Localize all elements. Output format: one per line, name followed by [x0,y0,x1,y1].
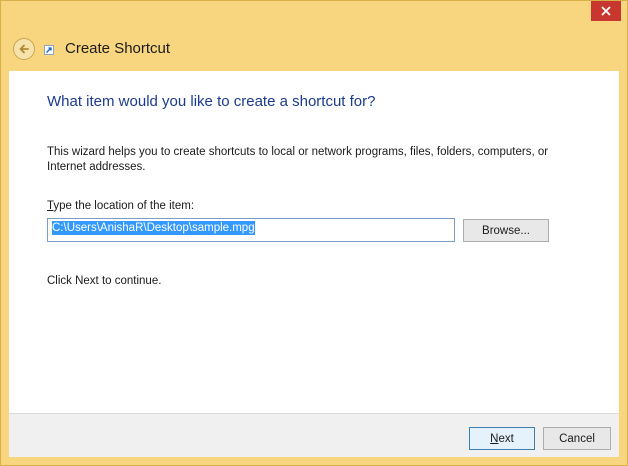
shortcut-icon [44,45,54,55]
location-label: Type the location of the item: [47,200,194,212]
back-arrow-icon [19,44,29,54]
browse-button[interactable]: Browse... [463,219,549,242]
wizard-header: Create Shortcut [1,29,627,71]
back-button[interactable] [13,38,35,60]
close-button[interactable] [591,1,621,21]
location-label-text: ype the location of the item: [53,200,195,212]
location-input-value: C:\Users\AnishaR\Desktop\sample.mpg [52,221,255,235]
next-access-key: N [490,432,499,445]
continue-instruction: Click Next to continue. [47,275,162,287]
page-heading: What item would you like to create a sho… [47,93,376,110]
create-shortcut-window: Create Shortcut What item would you like… [0,0,628,466]
location-input[interactable]: C:\Users\AnishaR\Desktop\sample.mpg [47,218,455,242]
wizard-content: What item would you like to create a sho… [9,71,619,413]
cancel-button[interactable]: Cancel [543,427,611,450]
next-button[interactable]: Next [469,427,535,450]
next-label: ext [498,432,514,445]
window-title: Create Shortcut [65,40,171,57]
wizard-description: This wizard helps you to create shortcut… [47,146,549,173]
wizard-footer: Next Cancel [9,413,619,457]
close-icon [601,6,611,16]
